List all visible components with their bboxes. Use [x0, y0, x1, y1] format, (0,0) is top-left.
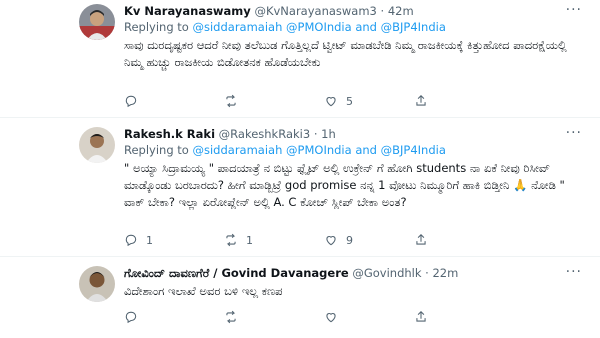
replying-to-label: Replying to — [124, 143, 189, 157]
tweet-2[interactable]: Rakesh.k Raki @RakeshkRaki3 · 1h Replyin… — [0, 119, 600, 257]
handle[interactable]: @KvNarayanaswam3 — [254, 4, 376, 18]
separator: · — [380, 4, 385, 18]
reply-icon — [125, 95, 137, 108]
replying-to-label: Replying to — [124, 20, 189, 34]
retweet-button[interactable]: 1 — [224, 233, 253, 247]
reply-icon — [125, 234, 137, 247]
avatar[interactable] — [79, 266, 115, 302]
heart-icon — [326, 97, 336, 107]
like-button[interactable]: 9 — [324, 233, 353, 247]
action-bar: 5 — [124, 94, 426, 110]
more-options-icon[interactable]: ··· — [566, 125, 582, 141]
timestamp[interactable]: 42m — [388, 4, 414, 18]
share-button[interactable] — [414, 94, 428, 108]
reply-icon — [125, 311, 137, 324]
share-button[interactable] — [414, 310, 428, 324]
reply-button[interactable] — [124, 310, 146, 324]
heart-icon — [326, 313, 336, 323]
display-name[interactable]: Kv Narayanaswamy — [124, 4, 251, 18]
timestamp[interactable]: 22m — [432, 266, 458, 280]
heart-icon — [326, 236, 336, 246]
retweet-button[interactable] — [224, 94, 246, 108]
mentions-link[interactable]: @siddaramaiah @PMOIndia and @BJP4India — [193, 20, 446, 34]
share-icon — [416, 234, 426, 245]
tweet-1[interactable]: Kv Narayanaswamy @KvNarayanaswam3 · 42m … — [0, 0, 600, 118]
reply-button[interactable] — [124, 94, 146, 108]
like-count: 5 — [346, 94, 353, 108]
action-bar: 1 1 9 — [124, 233, 426, 249]
like-count: 9 — [346, 233, 353, 247]
mentions-link[interactable]: @siddaramaiah @PMOIndia and @BJP4India — [193, 143, 446, 157]
avatar[interactable] — [79, 127, 115, 163]
share-icon — [416, 311, 426, 322]
action-bar — [124, 310, 426, 326]
tweet-text: ಸಾವು ದುರದೃಷ್ಟಕರ ಆದರೆ ನೀವು ತಲೆಬುಡ ಗೊತ್ತಿಲ… — [124, 38, 567, 69]
share-icon — [416, 95, 426, 106]
retweet-icon — [226, 310, 236, 324]
share-button[interactable] — [414, 233, 428, 247]
handle[interactable]: @Govindhlk — [352, 266, 421, 280]
tweet-3[interactable]: ಗೋವಿಂದ್ ದಾವಣಗೆರೆ / Govind Davanagere @Go… — [0, 258, 600, 338]
retweet-icon — [226, 233, 236, 247]
tweet-text: " ಅಯ್ಯಾ ಸಿದ್ರಾಮಯ್ಯ " ಪಾದಯಾತ್ರೆ ನ ಬಿಟ್ಟು … — [124, 161, 565, 209]
retweet-icon — [226, 94, 236, 108]
more-options-icon[interactable]: ··· — [566, 264, 582, 280]
separator: · — [425, 266, 429, 280]
display-name[interactable]: ಗೋವಿಂದ್ ದಾವಣಗೆರೆ / Govind Davanagere — [124, 266, 349, 280]
retweet-button[interactable] — [224, 310, 246, 324]
avatar[interactable] — [79, 4, 115, 40]
tweet-text: ವಿದೇಶಾಂಗ ಇಲಾಖೆ ಅವರ ಬಳಿ ಇಲ್ಲ ಕಣಪ — [124, 284, 283, 298]
like-button[interactable]: 5 — [324, 94, 353, 108]
like-button[interactable] — [324, 310, 346, 324]
handle[interactable]: @RakeshkRaki3 — [219, 127, 311, 141]
reply-count: 1 — [146, 233, 153, 247]
retweet-count: 1 — [246, 233, 253, 247]
reply-button[interactable]: 1 — [124, 233, 153, 247]
display-name[interactable]: Rakesh.k Raki — [124, 127, 215, 141]
timestamp[interactable]: 1h — [321, 127, 336, 141]
separator: · — [313, 127, 318, 141]
more-options-icon[interactable]: ··· — [566, 2, 582, 18]
